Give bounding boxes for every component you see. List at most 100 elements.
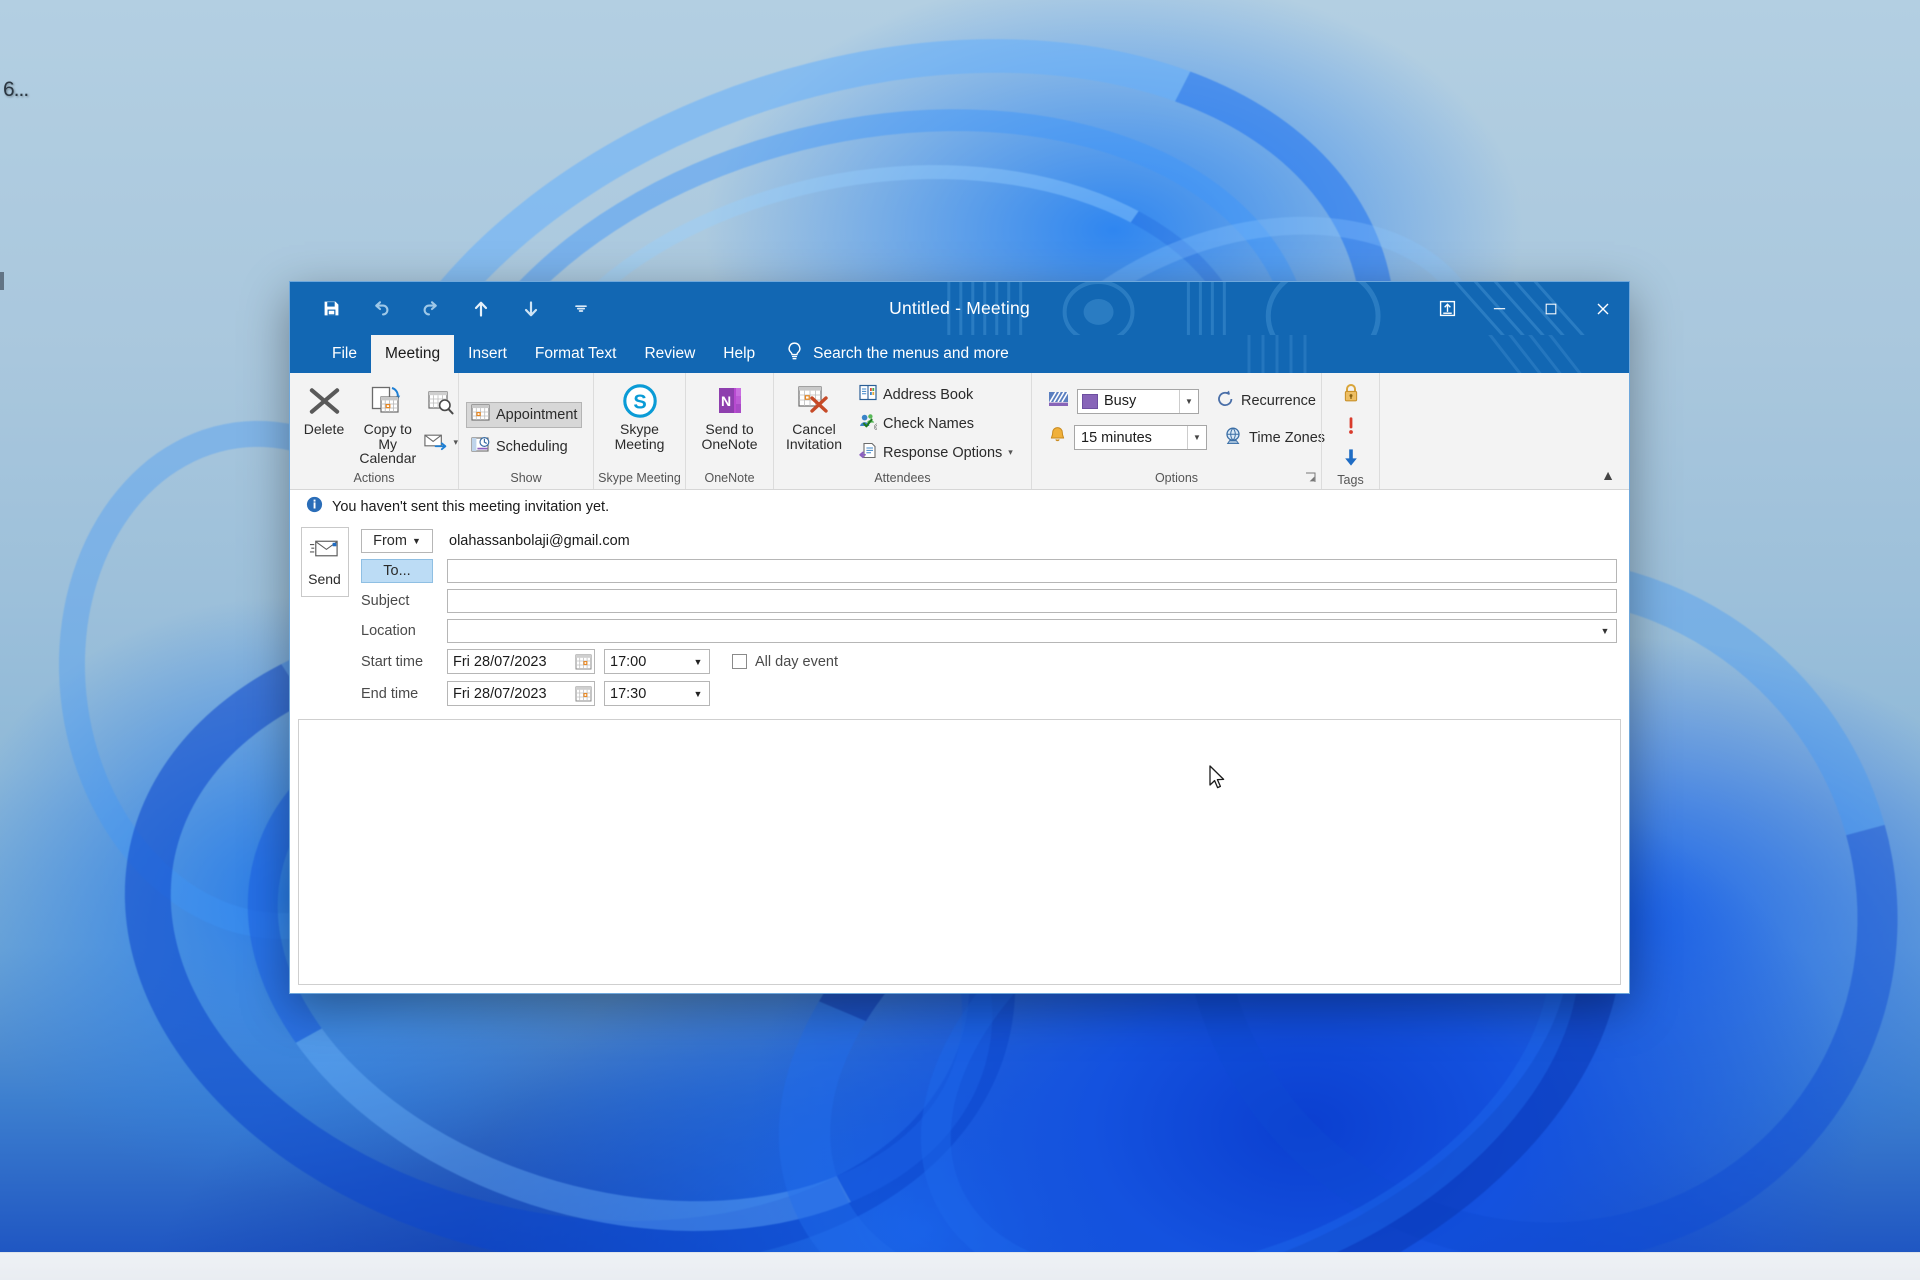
subject-row: Subject xyxy=(357,587,1617,614)
search-the-menus-input[interactable]: Search the menus and more xyxy=(785,335,1009,373)
chevron-up-icon[interactable]: ▲ xyxy=(1601,467,1615,483)
check-names-button[interactable]: @ Check Names xyxy=(854,411,1018,436)
response-options-label: Response Options xyxy=(883,444,1003,461)
end-clock-dropdown-arrow[interactable]: ▼ xyxy=(687,689,709,699)
chevron-down-icon[interactable]: ▾ xyxy=(1008,447,1013,458)
recurrence-button[interactable]: Recurrence xyxy=(1211,388,1321,414)
response-options-button[interactable]: Response Options ▾ xyxy=(854,440,1018,465)
send-label: Send xyxy=(308,571,341,587)
from-label: From xyxy=(373,532,407,549)
calendar-picker-icon[interactable] xyxy=(572,686,594,702)
tab-review[interactable]: Review xyxy=(630,335,709,373)
group-label-attendees: Attendees xyxy=(874,471,931,485)
recurrence-label: Recurrence xyxy=(1241,393,1316,409)
reminder-dropdown-arrow[interactable]: ▼ xyxy=(1187,426,1206,449)
ribbon-display-options-button[interactable] xyxy=(1421,282,1473,335)
show-as-dropdown-arrow[interactable]: ▼ xyxy=(1179,389,1198,413)
appointment-button[interactable]: Appointment xyxy=(466,402,583,428)
minimize-button[interactable] xyxy=(1473,282,1525,335)
ribbon-tab-bar[interactable]: File Meeting Insert Format Text Review H… xyxy=(290,335,1629,373)
all-day-event-label: All day event xyxy=(755,653,839,670)
ribbon-group-tags: Tags xyxy=(1321,373,1379,489)
location-dropdown-arrow[interactable]: ▼ xyxy=(1594,626,1616,636)
send-column: Send xyxy=(300,527,349,711)
time-zones-label: Time Zones xyxy=(1249,429,1326,446)
reminder-bell-icon xyxy=(1048,425,1067,450)
show-as-combo[interactable]: Busy ▼ xyxy=(1077,388,1199,414)
location-input[interactable]: ▼ xyxy=(447,618,1617,643)
response-options-icon xyxy=(859,442,877,463)
start-time-label: Start time xyxy=(361,653,424,670)
delete-button[interactable]: Delete xyxy=(296,377,352,437)
window-caption-buttons[interactable] xyxy=(1421,282,1629,335)
show-as-value: Busy xyxy=(1104,393,1137,409)
desktop-stray-text: 6... xyxy=(3,78,29,101)
redo-icon[interactable] xyxy=(418,296,444,322)
maximize-button[interactable] xyxy=(1525,282,1577,335)
save-icon[interactable] xyxy=(318,296,344,322)
tab-format-text[interactable]: Format Text xyxy=(521,335,631,373)
start-clock-dropdown-arrow[interactable]: ▼ xyxy=(687,657,709,667)
location-row: Location ▼ xyxy=(357,617,1617,644)
tab-file[interactable]: File xyxy=(318,335,371,373)
end-date-input[interactable]: Fri 28/07/2023 xyxy=(447,681,595,706)
copy-to-my-calendar-button[interactable]: Copy to My Calendar xyxy=(352,377,423,466)
options-dialog-launcher-icon[interactable] xyxy=(1305,472,1316,486)
close-button[interactable] xyxy=(1577,282,1629,335)
send-to-onenote-label: Send to OneNote xyxy=(701,421,758,452)
search-label: Search the menus and more xyxy=(813,345,1009,362)
to-label: To... xyxy=(383,562,411,579)
find-related-button[interactable] xyxy=(424,385,458,421)
address-book-button[interactable]: Address Book xyxy=(854,382,1018,407)
skype-meeting-label: Skype Meeting xyxy=(614,421,665,452)
from-button[interactable]: From ▼ xyxy=(361,528,433,553)
tab-bar-decoration xyxy=(1247,335,1582,373)
from-row: From ▼ olahassanbolaji@gmail.com xyxy=(357,527,1617,554)
skype-meeting-button[interactable]: S Skype Meeting xyxy=(596,377,684,451)
ribbon-group-skype-meeting: S Skype Meeting Skype Meeting xyxy=(593,373,685,489)
svg-text:S: S xyxy=(633,391,646,413)
reminder-combo[interactable]: 15 minutes ▼ xyxy=(1074,425,1207,450)
tab-meeting[interactable]: Meeting xyxy=(370,335,455,373)
reminder-value: 15 minutes xyxy=(1081,429,1152,446)
high-importance-icon[interactable] xyxy=(1342,415,1360,441)
undo-icon[interactable] xyxy=(368,296,394,322)
time-zones-button[interactable]: Time Zones xyxy=(1219,424,1330,451)
private-lock-icon[interactable] xyxy=(1341,383,1361,409)
previous-item-icon[interactable] xyxy=(468,296,494,322)
end-time-label: End time xyxy=(361,685,419,702)
all-day-event-checkbox[interactable]: All day event xyxy=(732,654,838,670)
end-clock-input[interactable]: 17:30 ▼ xyxy=(604,681,710,706)
location-label: Location xyxy=(361,622,416,639)
ribbon-group-attendees: Cancel Invitation Address Book Check Nam… xyxy=(773,373,1031,489)
send-envelope-icon xyxy=(309,537,340,566)
busy-color-swatch xyxy=(1082,393,1098,409)
to-button[interactable]: To... xyxy=(361,558,433,583)
quick-access-toolbar[interactable] xyxy=(290,282,594,335)
tab-insert[interactable]: Insert xyxy=(454,335,521,373)
low-importance-icon[interactable] xyxy=(1341,447,1361,473)
calendar-picker-icon[interactable] xyxy=(572,654,594,670)
meeting-window: Untitled - Meeting File Meeting Insert F… xyxy=(289,281,1630,994)
ribbon-group-onenote: N Send to OneNote OneNote xyxy=(685,373,773,489)
time-zones-icon xyxy=(1224,426,1243,449)
cancel-invitation-button[interactable]: Cancel Invitation xyxy=(774,377,854,451)
taskbar[interactable] xyxy=(0,1252,1920,1280)
start-clock-input[interactable]: 17:00 ▼ xyxy=(604,649,710,674)
subject-input[interactable] xyxy=(447,588,1617,613)
to-input[interactable] xyxy=(447,558,1617,583)
find-related-icon xyxy=(427,385,455,421)
send-to-onenote-button[interactable]: N Send to OneNote xyxy=(688,377,772,451)
ribbon: Delete Copy to My Calendar ▾ Actions App… xyxy=(290,373,1629,490)
svg-text:@: @ xyxy=(874,424,877,430)
next-item-icon[interactable] xyxy=(518,296,544,322)
send-button[interactable]: Send xyxy=(300,527,349,597)
cancel-invitation-label: Cancel Invitation xyxy=(785,421,843,452)
forward-envelope-icon[interactable] xyxy=(423,429,450,456)
start-date-input[interactable]: Fri 28/07/2023 xyxy=(447,649,595,674)
meeting-body-editor[interactable] xyxy=(298,719,1621,985)
customize-quick-access-icon[interactable] xyxy=(568,296,594,322)
title-bar[interactable]: Untitled - Meeting xyxy=(290,282,1629,335)
tab-help[interactable]: Help xyxy=(709,335,769,373)
scheduling-button[interactable]: Scheduling xyxy=(466,434,573,460)
